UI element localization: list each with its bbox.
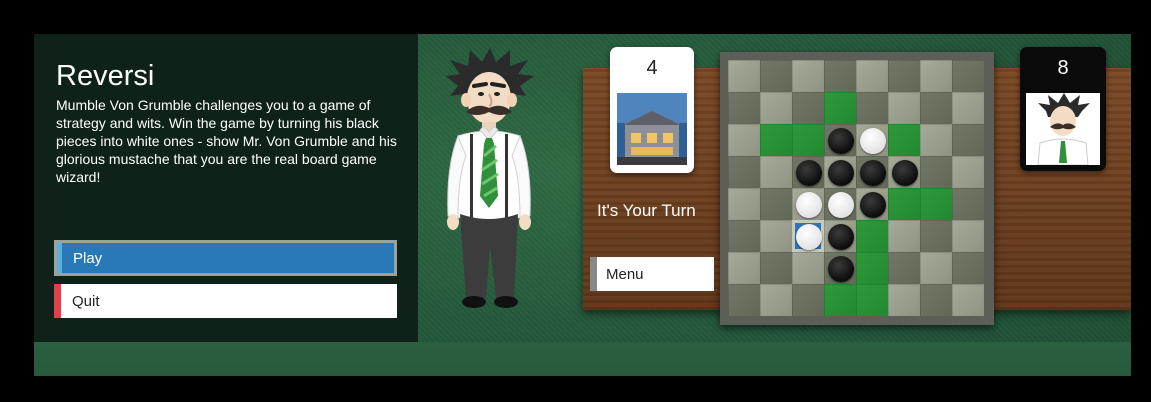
board-cell[interactable] — [952, 156, 984, 188]
board-cell[interactable] — [888, 252, 920, 284]
reversi-board[interactable] — [728, 60, 984, 316]
player-avatar — [617, 93, 687, 165]
board-cell[interactable] — [760, 60, 792, 92]
board-cell[interactable] — [888, 220, 920, 252]
board-cell[interactable] — [856, 156, 888, 188]
board-cell-valid-move[interactable] — [856, 252, 888, 284]
info-panel: Reversi Mumble Von Grumble challenges yo… — [34, 34, 418, 342]
board-cell[interactable] — [760, 92, 792, 124]
table-felt-bottom — [34, 342, 1131, 376]
board-cell-valid-move[interactable] — [888, 124, 920, 156]
game-title: Reversi — [56, 60, 155, 92]
board-cell[interactable] — [920, 60, 952, 92]
board-cell[interactable] — [952, 252, 984, 284]
board-cell[interactable] — [824, 60, 856, 92]
board-cell[interactable] — [920, 252, 952, 284]
board-cell[interactable] — [920, 156, 952, 188]
white-disc — [796, 224, 822, 250]
board-cell[interactable] — [952, 220, 984, 252]
board-cell-valid-move[interactable] — [856, 284, 888, 316]
board-cell[interactable] — [792, 188, 824, 220]
board-cell[interactable] — [792, 60, 824, 92]
board-cell[interactable] — [824, 252, 856, 284]
board-cell-valid-move[interactable] — [888, 188, 920, 220]
board-cell-valid-move[interactable] — [824, 284, 856, 316]
black-disc — [892, 160, 918, 186]
board-cell[interactable] — [728, 156, 760, 188]
board-cell[interactable] — [792, 92, 824, 124]
board-cell[interactable] — [920, 92, 952, 124]
board-cell[interactable] — [760, 284, 792, 316]
opponent-score: 8 — [1057, 57, 1069, 79]
board-cell[interactable] — [728, 284, 760, 316]
board-cell[interactable] — [728, 124, 760, 156]
board-cell[interactable] — [888, 156, 920, 188]
board-cell[interactable] — [888, 284, 920, 316]
board-cell-valid-move[interactable] — [824, 92, 856, 124]
board-cell[interactable] — [856, 124, 888, 156]
board-cell[interactable] — [728, 188, 760, 220]
black-disc — [828, 128, 854, 154]
quit-button[interactable]: Quit — [54, 284, 397, 318]
white-disc — [828, 192, 854, 218]
opponent-avatar — [1026, 93, 1100, 165]
play-button[interactable]: Play — [54, 240, 397, 276]
board-cell[interactable] — [728, 92, 760, 124]
board-cell[interactable] — [856, 92, 888, 124]
black-disc — [796, 160, 822, 186]
menu-button[interactable]: Menu — [590, 257, 714, 291]
board-cell[interactable] — [792, 156, 824, 188]
board-cell-valid-move[interactable] — [920, 188, 952, 220]
black-disc — [860, 192, 886, 218]
board-cell[interactable] — [824, 188, 856, 220]
board-cell-valid-move[interactable] — [856, 220, 888, 252]
board-cell[interactable] — [856, 188, 888, 220]
board-cell[interactable] — [952, 188, 984, 220]
white-disc — [796, 192, 822, 218]
board-cell[interactable] — [760, 220, 792, 252]
board-cell[interactable] — [888, 92, 920, 124]
player-score-card: 4 — [610, 47, 694, 173]
board-cell-valid-move[interactable] — [792, 124, 824, 156]
board-cell[interactable] — [728, 220, 760, 252]
board-cell[interactable] — [920, 284, 952, 316]
board-cell[interactable] — [856, 60, 888, 92]
board-cell[interactable] — [952, 284, 984, 316]
board-cell[interactable] — [728, 60, 760, 92]
board-cell[interactable] — [760, 156, 792, 188]
black-disc — [860, 160, 886, 186]
white-disc — [860, 128, 886, 154]
board-cell[interactable] — [824, 124, 856, 156]
board-cell[interactable] — [952, 124, 984, 156]
game-stage: Reversi Mumble Von Grumble challenges yo… — [34, 34, 1131, 376]
board-cell[interactable] — [792, 284, 824, 316]
board-cell[interactable] — [920, 220, 952, 252]
board-cell[interactable] — [824, 156, 856, 188]
board-cell-selected[interactable] — [792, 220, 824, 252]
board-cell[interactable] — [888, 60, 920, 92]
black-disc — [828, 256, 854, 282]
board-cell[interactable] — [728, 252, 760, 284]
black-disc — [828, 160, 854, 186]
board-cell[interactable] — [952, 92, 984, 124]
board-cell[interactable] — [760, 188, 792, 220]
board-cell[interactable] — [792, 252, 824, 284]
game-description: Mumble Von Grumble challenges you to a g… — [56, 97, 397, 185]
board-cell-valid-move[interactable] — [760, 124, 792, 156]
board-cell[interactable] — [824, 220, 856, 252]
board-cell[interactable] — [920, 124, 952, 156]
board-cell[interactable] — [760, 252, 792, 284]
board-cell[interactable] — [952, 60, 984, 92]
opponent-character — [446, 48, 534, 308]
player-score: 4 — [646, 57, 658, 79]
turn-indicator: It's Your Turn — [597, 201, 696, 220]
opponent-score-card: 8 — [1020, 47, 1106, 171]
board-frame — [720, 52, 994, 325]
black-disc — [828, 224, 854, 250]
